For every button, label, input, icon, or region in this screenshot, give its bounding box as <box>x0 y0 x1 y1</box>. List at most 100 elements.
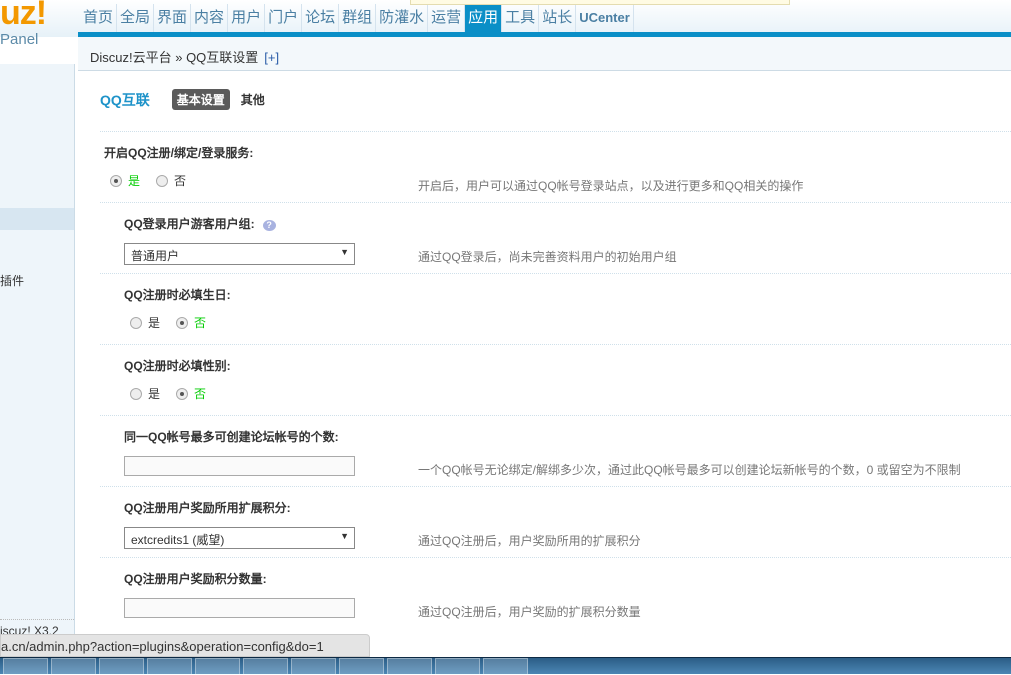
taskbar-app-button[interactable] <box>243 658 288 675</box>
nav-item[interactable]: 用户 <box>228 4 266 32</box>
setting-label: QQ注册用户奖励所用扩展积分: <box>124 499 291 516</box>
setting-row: QQ登录用户游客用户组:? 普通用户 ▼ 通过QQ登录后，尚未完善资料用户的初始用户组 <box>100 202 1011 273</box>
label-text: QQ注册用户奖励所用扩展积分: <box>124 501 291 515</box>
page-title: QQ互联 <box>100 91 150 108</box>
taskbar-app-button[interactable] <box>387 658 432 675</box>
setting-label: 同一QQ帐号最多可创建论坛帐号的个数: <box>124 428 339 445</box>
tooltip <box>410 0 790 5</box>
text-input[interactable] <box>124 598 355 618</box>
radio-button[interactable] <box>176 316 189 329</box>
chevron-down-icon: ▼ <box>340 247 349 257</box>
setting-tip: 一个QQ帐号无论绑定/解绑多少次，通过此QQ帐号最多可以创建论坛新帐号的个数，0… <box>418 463 961 477</box>
label-text: 开启QQ注册/绑定/登录服务: <box>104 146 254 160</box>
radio-option[interactable]: 是 <box>130 385 160 402</box>
sidebar-item-active[interactable] <box>0 208 74 230</box>
nav-item[interactable]: 论坛 <box>302 4 340 32</box>
text-input[interactable] <box>124 456 355 476</box>
radio-option[interactable]: 否 <box>176 385 206 402</box>
setting-tip: 通过QQ注册后，用户奖励的扩展积分数量 <box>418 605 641 619</box>
setting-control <box>124 598 355 618</box>
taskbar <box>0 657 1011 675</box>
taskbar-app-button[interactable] <box>195 658 240 675</box>
setting-label: QQ注册时必填性别: <box>124 357 231 374</box>
radio-label: 否 <box>194 316 207 330</box>
setting-label: QQ登录用户游客用户组:? <box>124 215 276 232</box>
setting-control: 是否 <box>110 172 202 189</box>
setting-row: QQ注册时必填生日: 是否 <box>100 273 1011 344</box>
taskbar-app-button[interactable] <box>99 658 144 675</box>
status-bar-url: a.cn/admin.php?action=plugins&operation=… <box>0 634 370 657</box>
add-shortcut-button[interactable]: [+] <box>264 50 279 65</box>
logo: uz! <box>0 0 47 32</box>
setting-tip: 通过QQ登录后，尚未完善资料用户的初始用户组 <box>418 250 677 264</box>
select-value: 普通用户 <box>131 249 180 263</box>
setting-control: extcredits1 (威望) ▼ <box>124 527 355 549</box>
nav-item[interactable]: 界面 <box>154 4 192 32</box>
taskbar-app-button[interactable] <box>435 658 480 675</box>
nav-item[interactable]: UCenter <box>576 4 634 32</box>
radio-button[interactable] <box>156 174 169 187</box>
page-header: QQ互联 基本设置 其他 <box>100 89 276 110</box>
radio-label: 否 <box>194 387 207 401</box>
tab-other[interactable]: 其他 <box>236 89 270 110</box>
radio-label: 否 <box>174 174 187 188</box>
chevron-down-icon: ▼ <box>340 531 349 541</box>
nav-item[interactable]: 全局 <box>117 4 155 32</box>
radio-option[interactable]: 否 <box>156 172 186 189</box>
setting-control <box>124 456 355 476</box>
taskbar-app-button[interactable] <box>51 658 96 675</box>
radio-button[interactable] <box>130 316 142 329</box>
setting-row: 开启QQ注册/绑定/登录服务: 是否开启后，用户可以通过QQ帐号登录站点，以及进行… <box>100 131 1011 202</box>
setting-control: 是否 <box>130 385 222 402</box>
nav-item[interactable]: 运营 <box>428 4 466 32</box>
setting-row: 同一QQ帐号最多可创建论坛帐号的个数: 一个QQ帐号无论绑定/解绑多少次，通过此Q… <box>100 415 1011 486</box>
taskbar-app-button[interactable] <box>147 658 192 675</box>
setting-label: QQ注册时必填生日: <box>124 286 231 303</box>
nav-item[interactable]: 应用 <box>465 4 503 32</box>
nav-item[interactable]: 群组 <box>339 4 377 32</box>
help-icon[interactable]: ? <box>262 220 276 231</box>
select-dropdown[interactable]: 普通用户 ▼ <box>124 243 355 265</box>
nav-item[interactable]: 首页 <box>80 4 118 32</box>
setting-control: 普通用户 ▼ <box>124 243 355 265</box>
radio-option[interactable]: 否 <box>176 314 206 331</box>
setting-tip: 开启后，用户可以通过QQ帐号登录站点，以及进行更多和QQ相关的操作 <box>418 179 804 193</box>
breadcrumb-text: Discuz!云平台 » QQ互联设置 <box>90 50 259 65</box>
taskbar-app-button[interactable] <box>483 658 528 675</box>
taskbar-app-button[interactable] <box>339 658 384 675</box>
setting-label: QQ注册用户奖励积分数量: <box>124 570 267 587</box>
setting-row: QQ注册时必填性别: 是否 <box>100 344 1011 415</box>
main-nav: 首页 全局 界面 内容 用户 门户 论坛 群组 防灌水 运营 应用 工具 站长 UCenter <box>80 4 634 32</box>
radio-option[interactable]: 是 <box>110 172 140 189</box>
nav-item[interactable]: 防灌水 <box>376 4 429 32</box>
label-text: QQ登录用户游客用户组: <box>124 217 255 231</box>
sidebar-item-plugins[interactable]: 插件 <box>0 272 24 289</box>
radio-button[interactable] <box>130 387 142 400</box>
setting-row: QQ注册用户奖励积分数量: 通过QQ注册后，用户奖励的扩展积分数量 <box>100 557 1011 628</box>
radio-label: 是 <box>148 387 161 401</box>
nav-item[interactable]: 站长 <box>539 4 577 32</box>
select-dropdown[interactable]: extcredits1 (威望) ▼ <box>124 527 355 549</box>
label-text: 同一QQ帐号最多可创建论坛帐号的个数: <box>124 430 339 444</box>
tab-basic-settings[interactable]: 基本设置 <box>171 89 230 110</box>
logo-subtitle: Panel <box>0 31 39 48</box>
radio-label: 是 <box>128 174 141 188</box>
radio-button[interactable] <box>176 387 189 400</box>
setting-label: 开启QQ注册/绑定/登录服务: <box>104 144 253 161</box>
taskbar-app-button[interactable] <box>3 658 48 675</box>
sidebar: 插件 iscuz! X3.2 <box>0 64 75 638</box>
label-text: QQ注册时必填性别: <box>124 359 231 373</box>
breadcrumb: Discuz!云平台 » QQ互联设置 [+] <box>78 37 1011 71</box>
radio-button[interactable] <box>110 174 122 187</box>
label-text: QQ注册时必填生日: <box>124 288 231 302</box>
setting-tip: 通过QQ注册后，用户奖励所用的扩展积分 <box>418 534 641 548</box>
taskbar-app-button[interactable] <box>291 658 336 675</box>
nav-item[interactable]: 工具 <box>502 4 540 32</box>
setting-row: QQ注册用户奖励所用扩展积分: extcredits1 (威望) ▼ 通过QQ注册后，… <box>100 486 1011 557</box>
nav-item[interactable]: 门户 <box>265 4 303 32</box>
select-value: extcredits1 (威望) <box>131 533 225 547</box>
label-text: QQ注册用户奖励积分数量: <box>124 572 267 586</box>
radio-option[interactable]: 是 <box>130 314 160 331</box>
nav-item[interactable]: 内容 <box>191 4 229 32</box>
setting-control: 是否 <box>130 314 222 331</box>
